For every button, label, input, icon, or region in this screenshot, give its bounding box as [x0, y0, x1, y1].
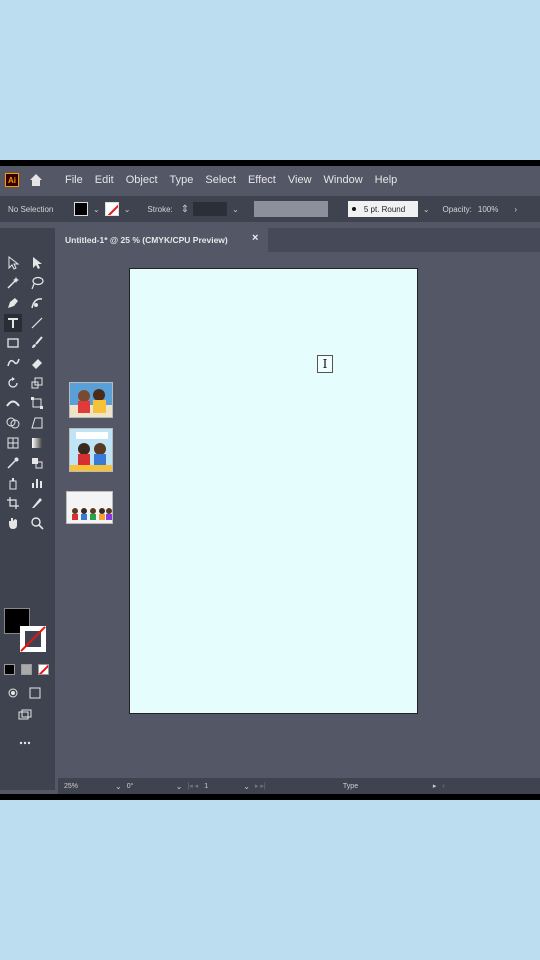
- menu-help[interactable]: Help: [369, 166, 404, 194]
- last-artboard-icon[interactable]: ▸ ▸|: [255, 782, 337, 790]
- blend-icon[interactable]: [28, 454, 46, 472]
- chevron-down-icon[interactable]: ⌄: [124, 205, 131, 214]
- stroke-color-box[interactable]: [20, 626, 46, 652]
- menu-effect[interactable]: Effect: [242, 166, 282, 194]
- gradient-icon[interactable]: [28, 434, 46, 452]
- brush-label: 5 pt. Round: [363, 204, 406, 214]
- brush-dot-icon: [351, 207, 356, 211]
- slice-icon[interactable]: [28, 494, 46, 512]
- chevron-down-icon[interactable]: ⌄: [115, 782, 122, 791]
- color-mode-button[interactable]: [4, 664, 15, 675]
- menu-edit[interactable]: Edit: [89, 166, 120, 194]
- line-tool-icon[interactable]: [28, 314, 46, 332]
- chevron-down-icon[interactable]: ⌄: [232, 205, 239, 214]
- menu-view[interactable]: View: [282, 166, 318, 194]
- scale-icon[interactable]: [28, 374, 46, 392]
- chevron-down-icon[interactable]: ⌄: [423, 205, 430, 214]
- rectangle-tool-icon[interactable]: [4, 334, 22, 352]
- color-mode-buttons: [4, 664, 49, 675]
- selection-status: No Selection: [8, 204, 54, 214]
- stroke-weight-field[interactable]: [193, 202, 228, 216]
- photo-thumbnail[interactable]: [69, 428, 113, 472]
- rotation-field[interactable]: 0°: [127, 783, 171, 790]
- artboard-number[interactable]: 1: [204, 783, 238, 790]
- shape-builder-icon[interactable]: [4, 414, 22, 432]
- chevron-left-icon[interactable]: ‹: [442, 783, 444, 790]
- text-cursor-icon: I: [317, 355, 333, 373]
- stepper-icon[interactable]: ⇕: [181, 204, 189, 215]
- free-transform-icon[interactable]: [28, 394, 46, 412]
- chevron-down-icon[interactable]: ⌄: [243, 782, 250, 791]
- canvas-area[interactable]: I: [58, 254, 540, 776]
- draw-inside-icon[interactable]: [26, 684, 44, 702]
- zoom-level[interactable]: 25%: [64, 783, 110, 790]
- selection-tool-icon[interactable]: [4, 254, 22, 272]
- menu-object[interactable]: Object: [120, 166, 164, 194]
- variable-width-field[interactable]: [253, 201, 328, 217]
- stroke-label[interactable]: Stroke:: [147, 205, 172, 214]
- direct-selection-tool-icon[interactable]: [28, 254, 46, 272]
- eyedropper-icon[interactable]: [4, 454, 22, 472]
- pen-icon[interactable]: [4, 294, 22, 312]
- graph-icon[interactable]: [28, 474, 46, 492]
- brush-definition-field[interactable]: 5 pt. Round: [347, 201, 418, 217]
- document-tab[interactable]: Untitled-1* @ 25 % (CMYK/CPU Preview) ×: [58, 228, 268, 252]
- status-bar: 25% ⌄ 0° ⌄ |◂ ◂ 1 ⌄ ▸ ▸| Type ▸ ‹: [58, 778, 540, 794]
- zoom-icon[interactable]: [28, 514, 46, 532]
- shaper-icon[interactable]: [4, 354, 22, 372]
- chevron-right-icon[interactable]: ›: [514, 205, 517, 214]
- magic-wand-icon[interactable]: [4, 274, 22, 292]
- illustrator-logo: Ai: [5, 173, 19, 187]
- opacity-label[interactable]: Opacity:: [443, 205, 472, 214]
- illustrator-window: Ai File Edit Object Type Select Effect V…: [0, 160, 540, 800]
- menu-file[interactable]: File: [59, 166, 89, 194]
- width-tool-icon[interactable]: [4, 394, 22, 412]
- edit-toolbar-icon[interactable]: [16, 734, 34, 752]
- first-artboard-icon[interactable]: |◂ ◂: [187, 782, 198, 790]
- menu-select[interactable]: Select: [199, 166, 242, 194]
- document-tab-bar: Untitled-1* @ 25 % (CMYK/CPU Preview) ×: [58, 228, 540, 252]
- hand-icon[interactable]: [4, 514, 22, 532]
- chevron-down-icon[interactable]: ⌄: [176, 782, 183, 791]
- draw-mode-icon[interactable]: [4, 684, 22, 702]
- artboard[interactable]: I: [129, 268, 418, 714]
- menu-window[interactable]: Window: [318, 166, 369, 194]
- app-body: Ai File Edit Object Type Select Effect V…: [0, 166, 540, 794]
- opacity-value[interactable]: 100%: [478, 205, 498, 214]
- control-bar: No Selection ⌄ ⌄ Stroke: ⇕ ⌄ 5 pt. Round…: [0, 196, 540, 222]
- close-icon[interactable]: ×: [252, 232, 258, 244]
- photo-thumbnail[interactable]: [69, 382, 113, 418]
- gradient-mode-button[interactable]: [21, 664, 32, 675]
- menu-type[interactable]: Type: [164, 166, 200, 194]
- chevron-down-icon[interactable]: ⌄: [93, 205, 100, 214]
- current-tool-status[interactable]: Type: [343, 783, 433, 790]
- photo-thumbnail[interactable]: [66, 491, 113, 524]
- stroke-swatch[interactable]: [104, 202, 119, 216]
- lasso-icon[interactable]: [28, 274, 46, 292]
- menu: File Edit Object Type Select Effect View…: [59, 166, 403, 194]
- play-icon[interactable]: ▸: [433, 782, 437, 790]
- screen-mode-icon[interactable]: [16, 706, 34, 724]
- symbol-sprayer-icon[interactable]: [4, 474, 22, 492]
- curvature-icon[interactable]: [28, 294, 46, 312]
- mesh-icon[interactable]: [4, 434, 22, 452]
- menu-bar: Ai File Edit Object Type Select Effect V…: [0, 166, 540, 194]
- tools-panel: [0, 228, 55, 790]
- type-tool-icon[interactable]: [4, 314, 22, 332]
- fill-swatch[interactable]: [74, 202, 88, 216]
- none-mode-button[interactable]: [38, 664, 49, 675]
- eraser-icon[interactable]: [28, 354, 46, 372]
- rotate-icon[interactable]: [4, 374, 22, 392]
- artboard-icon[interactable]: [4, 494, 22, 512]
- paintbrush-icon[interactable]: [28, 334, 46, 352]
- home-icon[interactable]: [27, 171, 45, 189]
- perspective-icon[interactable]: [28, 414, 46, 432]
- document-tab-title: Untitled-1* @ 25 % (CMYK/CPU Preview): [65, 235, 228, 245]
